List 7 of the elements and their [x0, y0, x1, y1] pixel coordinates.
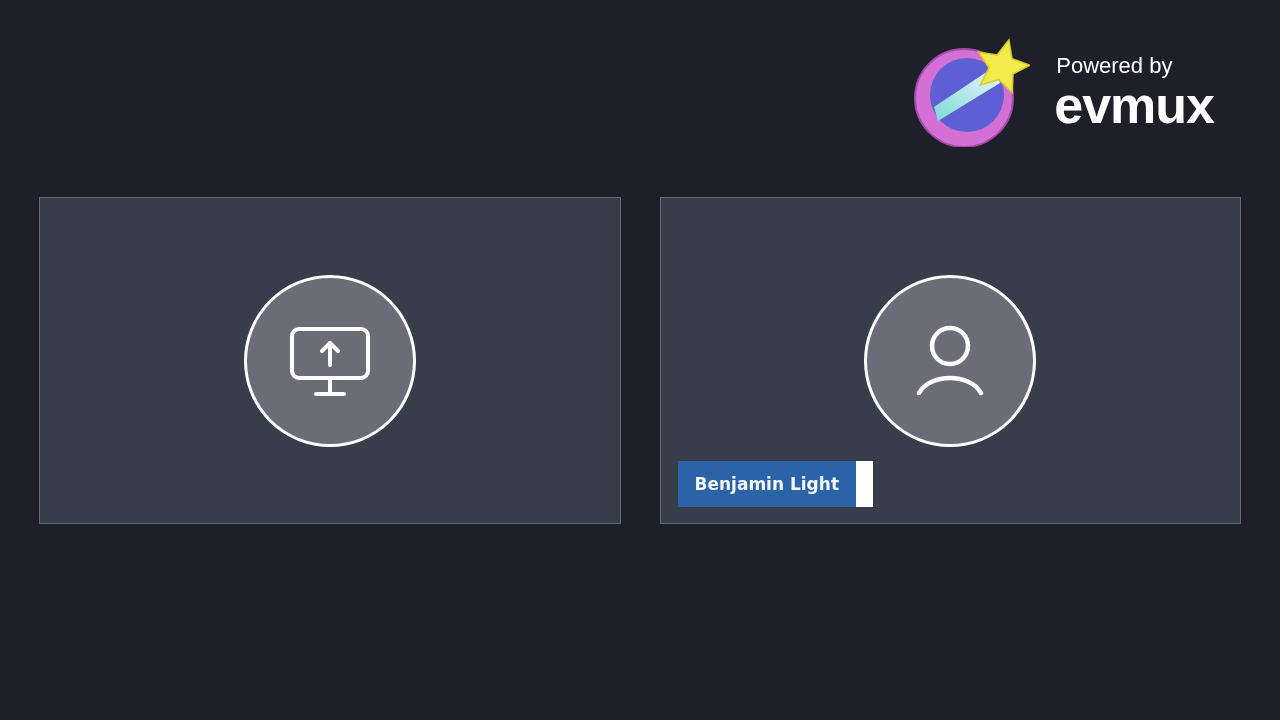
name-tag-accent-bar — [856, 461, 873, 507]
participant-name-tag: Benjamin Light — [677, 461, 856, 507]
star-ring-logo-icon — [914, 37, 1031, 147]
monitor-arrow-icon — [289, 326, 370, 397]
brand-wordmark: evmux — [1054, 79, 1214, 131]
person-icon — [916, 324, 985, 397]
powered-by-text: Powered by — [1056, 53, 1173, 79]
